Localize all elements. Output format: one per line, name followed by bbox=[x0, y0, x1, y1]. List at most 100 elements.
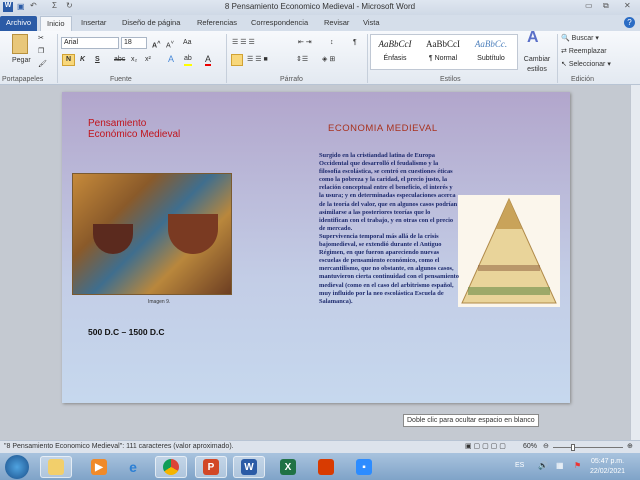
medieval-port-image bbox=[72, 173, 232, 295]
pilcrow-icon[interactable]: ¶ bbox=[353, 38, 357, 48]
copy-icon[interactable]: ❐ bbox=[38, 47, 44, 57]
cut-icon[interactable]: ✂ bbox=[38, 34, 44, 44]
taskbar-zoom[interactable]: ▪ bbox=[348, 456, 380, 478]
word-icon: W bbox=[241, 459, 257, 475]
change-styles-icon: A bbox=[527, 29, 539, 46]
change-case-button[interactable]: Aa bbox=[183, 38, 192, 48]
body-text: Surgido en la cristiandad latina de Euro… bbox=[319, 152, 459, 305]
taskbar-word[interactable]: W bbox=[233, 456, 265, 478]
status-text: "8 Pensamiento Economico Medieval": 111 … bbox=[4, 443, 234, 450]
media-player-icon: ▶ bbox=[91, 459, 107, 475]
help-icon[interactable]: ? bbox=[624, 17, 635, 28]
indent-icon[interactable]: ⇤ ⇥ bbox=[298, 38, 312, 48]
zoom-app-icon: ▪ bbox=[356, 459, 372, 475]
text-effects-icon[interactable]: A bbox=[168, 54, 174, 64]
ship-shape bbox=[93, 224, 133, 254]
subscript-button[interactable]: x₂ bbox=[131, 55, 137, 65]
grow-font-icon[interactable]: A˄ bbox=[152, 38, 160, 51]
sort-icon[interactable]: ↕ bbox=[330, 38, 334, 48]
find-button[interactable]: 🔍 Buscar ▾ bbox=[561, 34, 599, 44]
image-caption: Imagen 9. bbox=[148, 299, 171, 305]
paste-icon[interactable] bbox=[12, 34, 28, 54]
title-bar: W ▣ ↶ Σ ↻ 8 Pensamiento Economico Mediev… bbox=[0, 0, 640, 15]
clock[interactable]: 05:47 p.m. 22/02/2021 bbox=[590, 457, 625, 477]
window-title: 8 Pensamiento Economico Medieval - Micro… bbox=[224, 2, 416, 11]
minimize-button[interactable]: ▭ bbox=[585, 1, 593, 10]
restore-button[interactable]: ⧉ bbox=[603, 1, 609, 11]
shrink-font-icon[interactable]: A˅ bbox=[166, 38, 174, 51]
language-indicator[interactable]: ES bbox=[515, 462, 524, 469]
ship-shape bbox=[168, 214, 218, 254]
tooltip: Doble clic para ocultar espacio en blanc… bbox=[403, 414, 539, 427]
taskbar: ▶ e P W X ▪ ES 🔊 ▦ ⚑ 05:47 p.m. 22/02/202… bbox=[0, 453, 640, 480]
tab-vista[interactable]: Vista bbox=[357, 16, 386, 31]
superscript-button[interactable]: x² bbox=[145, 55, 151, 65]
taskbar-powerpoint[interactable]: P bbox=[195, 456, 227, 478]
highlight-icon[interactable]: ab bbox=[184, 54, 192, 66]
font-color-icon[interactable]: A bbox=[205, 54, 212, 66]
tab-correspondencia[interactable]: Correspondencia bbox=[245, 16, 314, 31]
pyramid-graphic bbox=[461, 197, 557, 304]
ribbon: Pegar ✂ ❐ 🖌 Portapapeles Arial 18 A˄ A˅ … bbox=[0, 29, 640, 85]
font-size-select[interactable]: 18 bbox=[121, 37, 147, 49]
taskbar-excel[interactable]: X bbox=[272, 456, 304, 478]
replace-button[interactable]: ⇄ Reemplazar bbox=[561, 47, 607, 57]
tab-inicio[interactable]: Inicio bbox=[40, 16, 72, 31]
vertical-scrollbar[interactable] bbox=[630, 85, 640, 440]
group-label: Párrafo bbox=[280, 76, 303, 83]
ie-icon: e bbox=[129, 459, 137, 475]
group-label: Edición bbox=[571, 76, 594, 83]
strikethrough-icon[interactable]: abc bbox=[114, 55, 125, 65]
chrome-icon bbox=[163, 459, 179, 475]
powerpoint-icon: P bbox=[203, 459, 219, 475]
underline-button[interactable]: S bbox=[95, 55, 100, 65]
font-name-select[interactable]: Arial bbox=[61, 37, 119, 49]
document-page[interactable]: Pensamiento Económico Medieval ECONOMIA M… bbox=[62, 92, 570, 403]
zoom-level[interactable]: 60% bbox=[523, 441, 537, 453]
folder-icon bbox=[48, 459, 64, 475]
excel-icon: X bbox=[280, 459, 296, 475]
line-spacing-icon[interactable]: ⇕☰ bbox=[296, 55, 308, 65]
tab-diseno[interactable]: Diseño de página bbox=[116, 16, 186, 31]
shading-icon[interactable]: ◈ ⊞ bbox=[322, 55, 335, 65]
network-icon[interactable]: ▦ bbox=[556, 461, 564, 470]
view-buttons[interactable]: ▣ ▢ ▢ ▢ ▢ bbox=[465, 441, 506, 453]
taskbar-chrome[interactable] bbox=[155, 456, 187, 478]
align-left-button[interactable] bbox=[231, 54, 243, 66]
tab-revisar[interactable]: Revisar bbox=[318, 16, 355, 31]
start-button[interactable] bbox=[5, 455, 29, 479]
format-painter-icon[interactable]: 🖌 bbox=[38, 60, 47, 70]
taskbar-ie[interactable]: e bbox=[117, 456, 149, 478]
style-normal[interactable]: AaBbCcI ¶ Normal bbox=[419, 39, 467, 62]
tab-insertar[interactable]: Insertar bbox=[75, 16, 112, 31]
group-label: Estilos bbox=[440, 76, 461, 83]
group-label: Fuente bbox=[110, 76, 132, 83]
select-button[interactable]: ↖ Seleccionar ▾ bbox=[561, 60, 611, 70]
paste-button[interactable]: Pegar bbox=[12, 56, 31, 66]
ribbon-tabs: Archivo Inicio Insertar Diseño de página… bbox=[0, 15, 640, 31]
group-label: Portapapeles bbox=[2, 76, 44, 83]
bullets-icon[interactable]: ☰ ☰ ☰ bbox=[232, 38, 255, 48]
zoom-slider[interactable] bbox=[553, 447, 623, 448]
tab-referencias[interactable]: Referencias bbox=[191, 16, 243, 31]
zoom-in-button[interactable]: ⊕ bbox=[627, 441, 633, 453]
styles-gallery[interactable]: AaBbCcI Énfasis AaBbCcI ¶ Normal AaBbCc. Su… bbox=[370, 34, 518, 70]
change-styles-button[interactable]: Cambiar estilos bbox=[522, 55, 552, 75]
volume-icon[interactable]: 🔊 bbox=[538, 461, 548, 470]
style-enfasis[interactable]: AaBbCcI Énfasis bbox=[371, 39, 419, 62]
close-button[interactable]: ✕ bbox=[624, 1, 631, 10]
feudal-pyramid-image bbox=[458, 195, 560, 307]
taskbar-media[interactable]: ▶ bbox=[83, 456, 115, 478]
status-bar: "8 Pensamiento Economico Medieval": 111 … bbox=[0, 440, 640, 453]
action-center-icon[interactable]: ⚑ bbox=[574, 461, 581, 470]
style-subtitulo[interactable]: AaBbCc. Subtítulo bbox=[467, 39, 515, 62]
period-label: 500 D.C – 1500 D.C bbox=[88, 327, 165, 337]
taskbar-explorer[interactable] bbox=[40, 456, 72, 478]
bold-button[interactable]: N bbox=[62, 54, 75, 66]
italic-button[interactable]: K bbox=[80, 55, 85, 65]
tab-archivo[interactable]: Archivo bbox=[0, 16, 38, 31]
zoom-out-button[interactable]: ⊖ bbox=[543, 441, 549, 453]
align-buttons[interactable]: ☰ ☰ ■ bbox=[247, 55, 268, 65]
zoom-slider-thumb[interactable] bbox=[571, 444, 575, 451]
taskbar-office[interactable] bbox=[310, 456, 342, 478]
